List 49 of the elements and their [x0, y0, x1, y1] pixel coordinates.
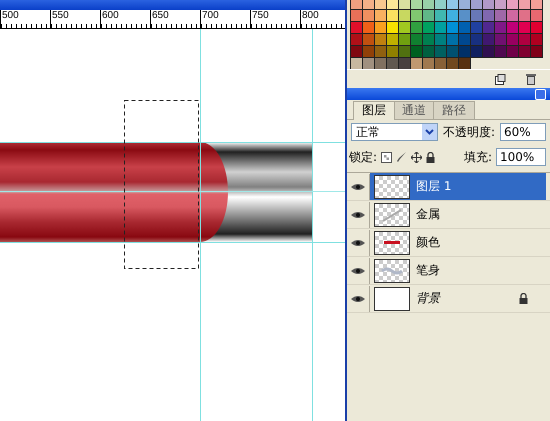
- ruler-label: 500: [2, 10, 19, 21]
- fill-label: 填充:: [464, 148, 492, 166]
- caret-icon: [424, 129, 434, 135]
- color-swatch[interactable]: [470, 45, 483, 58]
- eye-icon[interactable]: [351, 294, 365, 302]
- ruler-label: 750: [252, 10, 269, 21]
- color-swatch[interactable]: [518, 45, 531, 58]
- brush-icon[interactable]: [396, 151, 408, 163]
- layer-name: 图层 1: [416, 178, 452, 195]
- layer-row[interactable]: 颜色: [347, 229, 550, 257]
- color-swatch[interactable]: [530, 45, 543, 58]
- layer-name: 背景: [416, 290, 442, 307]
- layer-row[interactable]: 背景: [347, 285, 550, 313]
- color-swatch[interactable]: [458, 57, 471, 70]
- layer-row[interactable]: 金属: [347, 201, 550, 229]
- lock-icon[interactable]: [426, 152, 436, 162]
- ruler-label: 800: [302, 10, 319, 21]
- eye-icon[interactable]: [351, 210, 365, 218]
- eye-icon[interactable]: [351, 266, 365, 274]
- minimize-button[interactable]: [535, 88, 546, 100]
- color-swatch[interactable]: [530, 9, 543, 22]
- ruler-label: 600: [102, 10, 119, 21]
- color-swatch[interactable]: [530, 0, 543, 10]
- blend-mode-dropdown[interactable]: 正常: [351, 123, 438, 141]
- eye-icon[interactable]: [351, 238, 365, 246]
- layer-name: 金属: [416, 206, 441, 223]
- new-item-icon[interactable]: [495, 74, 506, 84]
- opacity-label: 不透明度:: [442, 124, 495, 140]
- color-swatch[interactable]: [506, 45, 519, 58]
- panel-tab[interactable]: 图层: [353, 101, 395, 120]
- opacity-field[interactable]: 60%: [500, 123, 546, 141]
- layer-name: 笔身: [416, 262, 441, 279]
- layer-row[interactable]: 笔身: [347, 257, 550, 285]
- lock-label: 锁定:: [349, 148, 378, 166]
- fill-field[interactable]: 100%: [496, 148, 546, 166]
- ruler-label: 650: [152, 10, 169, 21]
- trash-icon[interactable]: [526, 73, 536, 85]
- panel-tab[interactable]: 路径: [433, 101, 475, 119]
- ruler-label: 550: [52, 10, 69, 21]
- eye-icon[interactable]: [351, 182, 365, 190]
- color-swatch[interactable]: [494, 45, 507, 58]
- color-swatch[interactable]: [530, 33, 543, 46]
- color-swatch[interactable]: [530, 21, 543, 34]
- ruler-label: 700: [202, 10, 219, 21]
- color-swatch[interactable]: [482, 45, 495, 58]
- layer-name: 颜色: [416, 234, 441, 251]
- panel-tab[interactable]: 通道: [393, 101, 435, 119]
- checker-icon[interactable]: [381, 152, 392, 162]
- move-icon[interactable]: [411, 152, 422, 162]
